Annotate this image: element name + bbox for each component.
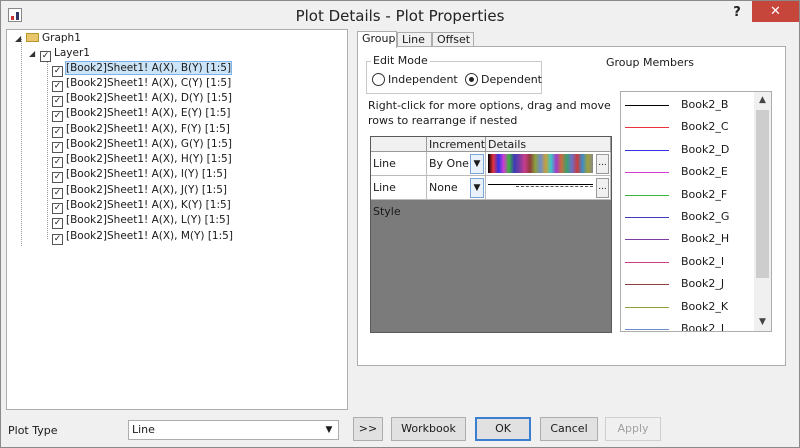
chevron-down-icon[interactable]: ▼ bbox=[470, 154, 484, 174]
tree-connector bbox=[21, 39, 22, 246]
radio-off-icon bbox=[372, 73, 385, 86]
row-line-color-name: Line Color bbox=[371, 152, 427, 194]
member-line-swatch bbox=[625, 329, 669, 330]
member-row[interactable]: Book2_J bbox=[621, 273, 755, 295]
member-line-swatch bbox=[625, 261, 669, 263]
line-color-details[interactable] bbox=[486, 152, 611, 176]
tree-node-layer[interactable]: ✓ Layer1 bbox=[40, 46, 90, 62]
tree-node-plot[interactable]: ✓ [Book2]Sheet1! A(X), K(Y) [1:5] bbox=[52, 198, 231, 214]
member-line-swatch bbox=[625, 284, 669, 286]
increment-header: Increment bbox=[427, 137, 486, 152]
scroll-down-icon[interactable]: ▼ bbox=[754, 314, 771, 331]
plot-tree[interactable]: ◢ Graph1 ◢ ✓ Layer1 ✓ [Book2]Sheet1! A(X),… bbox=[6, 29, 348, 410]
member-line-swatch bbox=[625, 194, 669, 196]
line-style-ellipsis-button[interactable]: ... bbox=[596, 178, 609, 198]
dependent-radio[interactable]: Dependent bbox=[465, 73, 542, 86]
line-style-preview-dashed bbox=[516, 186, 593, 187]
tab-group[interactable]: Group bbox=[357, 31, 397, 48]
member-label: Book2_L bbox=[681, 322, 728, 332]
details-header: Details bbox=[486, 137, 611, 152]
hint-line-1: Right-click for more options, drag and m… bbox=[368, 99, 611, 112]
member-label: Book2_H bbox=[681, 232, 730, 246]
folder-icon bbox=[26, 33, 39, 42]
tree-node-graph[interactable]: Graph1 bbox=[26, 31, 81, 46]
member-label: Book2_D bbox=[681, 142, 730, 156]
tree-node-plot[interactable]: ✓ [Book2]Sheet1! A(X), D(Y) [1:5] bbox=[52, 91, 232, 107]
member-label: Book2_G bbox=[681, 210, 730, 223]
plot-checkbox[interactable]: ✓ bbox=[52, 172, 63, 183]
chevron-down-icon[interactable]: ▼ bbox=[470, 178, 484, 198]
plot-type-label: Plot Type bbox=[8, 424, 58, 437]
plot-checkbox[interactable]: ✓ bbox=[52, 234, 63, 245]
increment-grid[interactable]: Increment Details Line Color By One ▼ ..… bbox=[370, 136, 612, 333]
hint-line-2: rows to rearrange if nested bbox=[368, 114, 518, 127]
scroll-up-icon[interactable]: ▲ bbox=[754, 92, 771, 109]
member-row[interactable]: Book2_D bbox=[621, 139, 755, 161]
member-row[interactable]: Book2_L bbox=[621, 318, 755, 332]
tree-node-plot[interactable]: ✓ [Book2]Sheet1! A(X), B(Y) [1:5] bbox=[52, 61, 233, 77]
member-label: Book2_J bbox=[681, 277, 725, 291]
tree-connector bbox=[47, 54, 48, 239]
member-line-swatch bbox=[625, 217, 669, 218]
tree-node-plot[interactable]: ✓ [Book2]Sheet1! A(X), M(Y) [1:5] bbox=[52, 229, 233, 245]
tree-node-plot[interactable]: ✓ [Book2]Sheet1! A(X), H(Y) [1:5] bbox=[52, 152, 232, 168]
member-row[interactable]: Book2_C bbox=[621, 116, 755, 138]
tree-node-plot[interactable]: ✓ [Book2]Sheet1! A(X), F(Y) [1:5] bbox=[52, 122, 230, 138]
collapse-toggle-icon[interactable]: ◢ bbox=[15, 34, 25, 44]
member-row[interactable]: Book2_I bbox=[621, 251, 755, 273]
member-row[interactable]: Book2_K bbox=[621, 296, 755, 318]
member-label: Book2_F bbox=[681, 187, 728, 201]
tree-node-plot[interactable]: ✓ [Book2]Sheet1! A(X), I(Y) [1:5] bbox=[52, 167, 227, 183]
apply-button[interactable]: Apply bbox=[605, 417, 661, 441]
radio-on-icon bbox=[465, 73, 478, 86]
plot-details-dialog: Plot Details - Plot Properties ? ✕ ◢ Gra… bbox=[0, 0, 800, 448]
chevron-down-icon: ▼ bbox=[325, 425, 333, 435]
plot-checkbox[interactable]: ✓ bbox=[52, 218, 63, 229]
member-line-swatch bbox=[625, 105, 669, 106]
tree-node-plot[interactable]: ✓ [Book2]Sheet1! A(X), L(Y) [1:5] bbox=[52, 213, 230, 229]
window-title: Plot Details - Plot Properties bbox=[295, 7, 505, 25]
tree-node-plot[interactable]: ✓ [Book2]Sheet1! A(X), E(Y) [1:5] bbox=[52, 106, 231, 122]
plot-checkbox[interactable]: ✓ bbox=[52, 111, 63, 122]
close-button[interactable]: ✕ bbox=[752, 1, 799, 22]
member-line-swatch bbox=[625, 306, 669, 308]
members-scrollbar[interactable]: ▲ ▼ bbox=[754, 92, 771, 331]
plot-type-select[interactable]: Line ▼ bbox=[128, 420, 339, 440]
line-style-details[interactable] bbox=[486, 176, 611, 200]
color-list-swatch bbox=[488, 154, 593, 173]
group-members-label: Group Members bbox=[606, 56, 694, 69]
member-label: Book2_I bbox=[681, 254, 725, 268]
member-row[interactable]: Book2_F bbox=[621, 184, 755, 206]
member-line-swatch bbox=[625, 239, 669, 241]
tree-node-plot[interactable]: ✓ [Book2]Sheet1! A(X), C(Y) [1:5] bbox=[52, 76, 231, 92]
grid-corner-header bbox=[371, 137, 427, 152]
row-line-style-name: Line Style bbox=[371, 176, 427, 218]
line-color-ellipsis-button[interactable]: ... bbox=[596, 154, 609, 174]
help-button[interactable]: ? bbox=[717, 5, 757, 25]
member-label: Book2_E bbox=[681, 165, 728, 179]
group-members-list[interactable]: Book2_B Book2_C Book2_D Book2_E Book2_F Book2… bbox=[620, 91, 772, 332]
collapse-toggle-icon[interactable]: ◢ bbox=[29, 49, 39, 59]
tree-node-plot[interactable]: ✓ [Book2]Sheet1! A(X), G(Y) [1:5] bbox=[52, 137, 232, 153]
member-line-swatch bbox=[625, 127, 669, 129]
member-row[interactable]: Book2_H bbox=[621, 228, 755, 250]
member-label: Book2_K bbox=[681, 299, 729, 313]
title-bar: Plot Details - Plot Properties ? ✕ bbox=[1, 1, 799, 31]
member-row[interactable]: Book2_B bbox=[621, 94, 755, 116]
layer-checkbox[interactable]: ✓ bbox=[40, 51, 51, 62]
member-label: Book2_B bbox=[681, 98, 729, 111]
member-line-swatch bbox=[625, 172, 669, 174]
ok-button[interactable]: OK bbox=[475, 417, 531, 441]
member-label: Book2_C bbox=[681, 120, 729, 134]
edit-mode-label: Edit Mode bbox=[371, 54, 430, 67]
workbook-button[interactable]: Workbook bbox=[391, 417, 466, 441]
scroll-thumb[interactable] bbox=[756, 110, 769, 278]
tree-node-plot[interactable]: ✓ [Book2]Sheet1! A(X), J(Y) [1:5] bbox=[52, 183, 227, 199]
independent-radio[interactable]: Independent bbox=[372, 73, 458, 86]
expand-button[interactable]: >> bbox=[353, 417, 383, 441]
member-row[interactable]: Book2_G bbox=[621, 206, 755, 228]
cancel-button[interactable]: Cancel bbox=[540, 417, 598, 441]
member-line-swatch bbox=[625, 149, 669, 151]
member-row[interactable]: Book2_E bbox=[621, 161, 755, 183]
